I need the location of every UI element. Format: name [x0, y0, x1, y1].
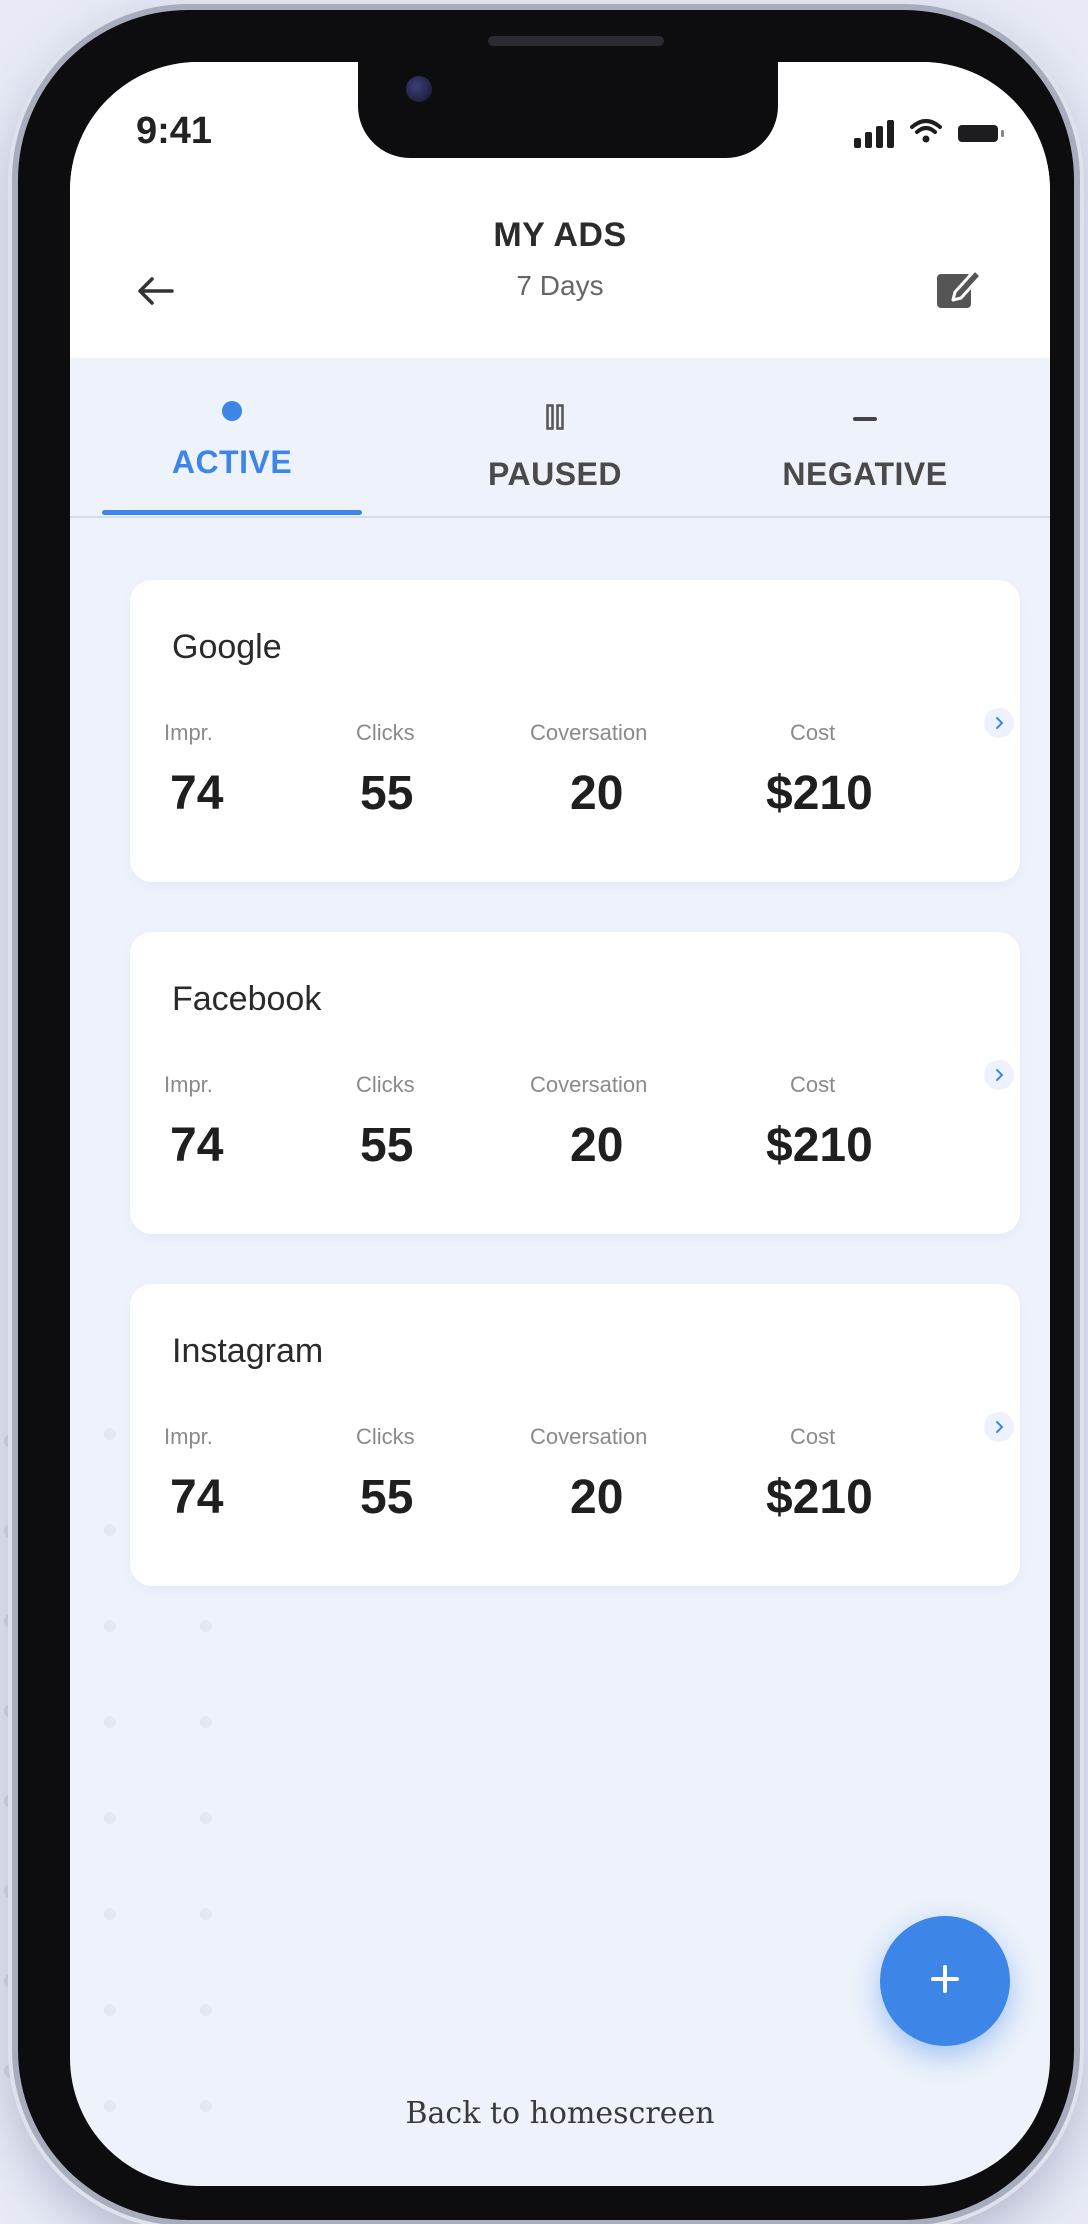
front-camera	[406, 76, 432, 102]
metric-label-conversation: Coversation	[530, 1424, 648, 1449]
ad-platform-name: Google	[172, 628, 282, 666]
metric-value-impressions: 74	[170, 1471, 224, 1524]
metric-value-cost: $210	[766, 767, 873, 820]
add-ad-button[interactable]	[880, 1916, 1010, 2046]
metric-value-impressions: 74	[170, 1119, 224, 1172]
metric-value-impressions: 74	[170, 767, 224, 820]
wifi-icon	[910, 118, 942, 149]
status-time: 9:41	[136, 110, 213, 152]
ad-card-instagram[interactable]: Instagram Impr. Clicks Coversation Cost …	[130, 1284, 1020, 1586]
tab-label: PAUSED	[488, 456, 622, 492]
metric-label-impressions: Impr.	[164, 1424, 213, 1449]
ad-platform-name: Facebook	[172, 980, 322, 1018]
metric-value-conversation: 20	[570, 1471, 624, 1524]
tab-paused[interactable]: PAUSED	[420, 358, 690, 518]
metric-value-clicks: 55	[360, 767, 414, 820]
metric-label-cost: Cost	[790, 720, 836, 745]
pause-icon	[420, 404, 690, 430]
page-subtitle: 7 Days	[516, 270, 604, 301]
minus-icon	[730, 416, 1000, 422]
phone-frame: 9:41 MY ADS 7 Days ACTIVE PAUSED NEGATIV…	[18, 10, 1074, 2220]
edit-icon	[935, 264, 983, 315]
metric-value-clicks: 55	[360, 1471, 414, 1524]
active-tab-indicator	[102, 510, 362, 515]
metric-value-conversation: 20	[570, 1119, 624, 1172]
tab-label: NEGATIVE	[782, 456, 948, 492]
ad-platform-name: Instagram	[172, 1332, 324, 1370]
ad-card-facebook[interactable]: Facebook Impr. Clicks Coversation Cost 7…	[130, 932, 1020, 1234]
dot-icon	[102, 400, 362, 422]
status-icons	[854, 118, 1004, 149]
edit-button[interactable]	[930, 260, 988, 318]
metric-label-conversation: Coversation	[530, 1072, 648, 1097]
status-tabs: ACTIVE PAUSED NEGATIVE	[70, 358, 1050, 518]
metric-value-conversation: 20	[570, 767, 624, 820]
chevron-right-icon[interactable]	[984, 708, 1014, 738]
tab-active[interactable]: ACTIVE	[102, 358, 362, 518]
back-to-homescreen-link[interactable]: Back to homescreen	[70, 2096, 1050, 2131]
metric-label-clicks: Clicks	[356, 720, 415, 745]
metric-label-impressions: Impr.	[164, 720, 213, 745]
app-screen: 9:41 MY ADS 7 Days ACTIVE PAUSED NEGATIV…	[70, 62, 1050, 2186]
plus-icon	[929, 1963, 961, 2000]
notch	[358, 58, 778, 158]
metric-label-impressions: Impr.	[164, 1072, 213, 1097]
tab-label: ACTIVE	[171, 444, 293, 480]
metric-label-clicks: Clicks	[356, 1072, 415, 1097]
speaker-grille	[488, 36, 664, 46]
battery-icon	[958, 125, 1004, 142]
metric-value-clicks: 55	[360, 1119, 414, 1172]
metric-label-clicks: Clicks	[356, 1424, 415, 1449]
chevron-right-icon[interactable]	[984, 1060, 1014, 1090]
page-title: MY ADS	[493, 216, 627, 254]
chevron-right-icon[interactable]	[984, 1412, 1014, 1442]
metric-label-cost: Cost	[790, 1072, 836, 1097]
ad-card-google[interactable]: Google Impr. Clicks Coversation Cost 74 …	[130, 580, 1020, 882]
metric-label-cost: Cost	[790, 1424, 836, 1449]
metric-value-cost: $210	[766, 1119, 873, 1172]
metric-label-conversation: Coversation	[530, 720, 648, 745]
tab-negative[interactable]: NEGATIVE	[730, 358, 1000, 518]
metric-value-cost: $210	[766, 1471, 873, 1524]
signal-icon	[854, 119, 894, 148]
